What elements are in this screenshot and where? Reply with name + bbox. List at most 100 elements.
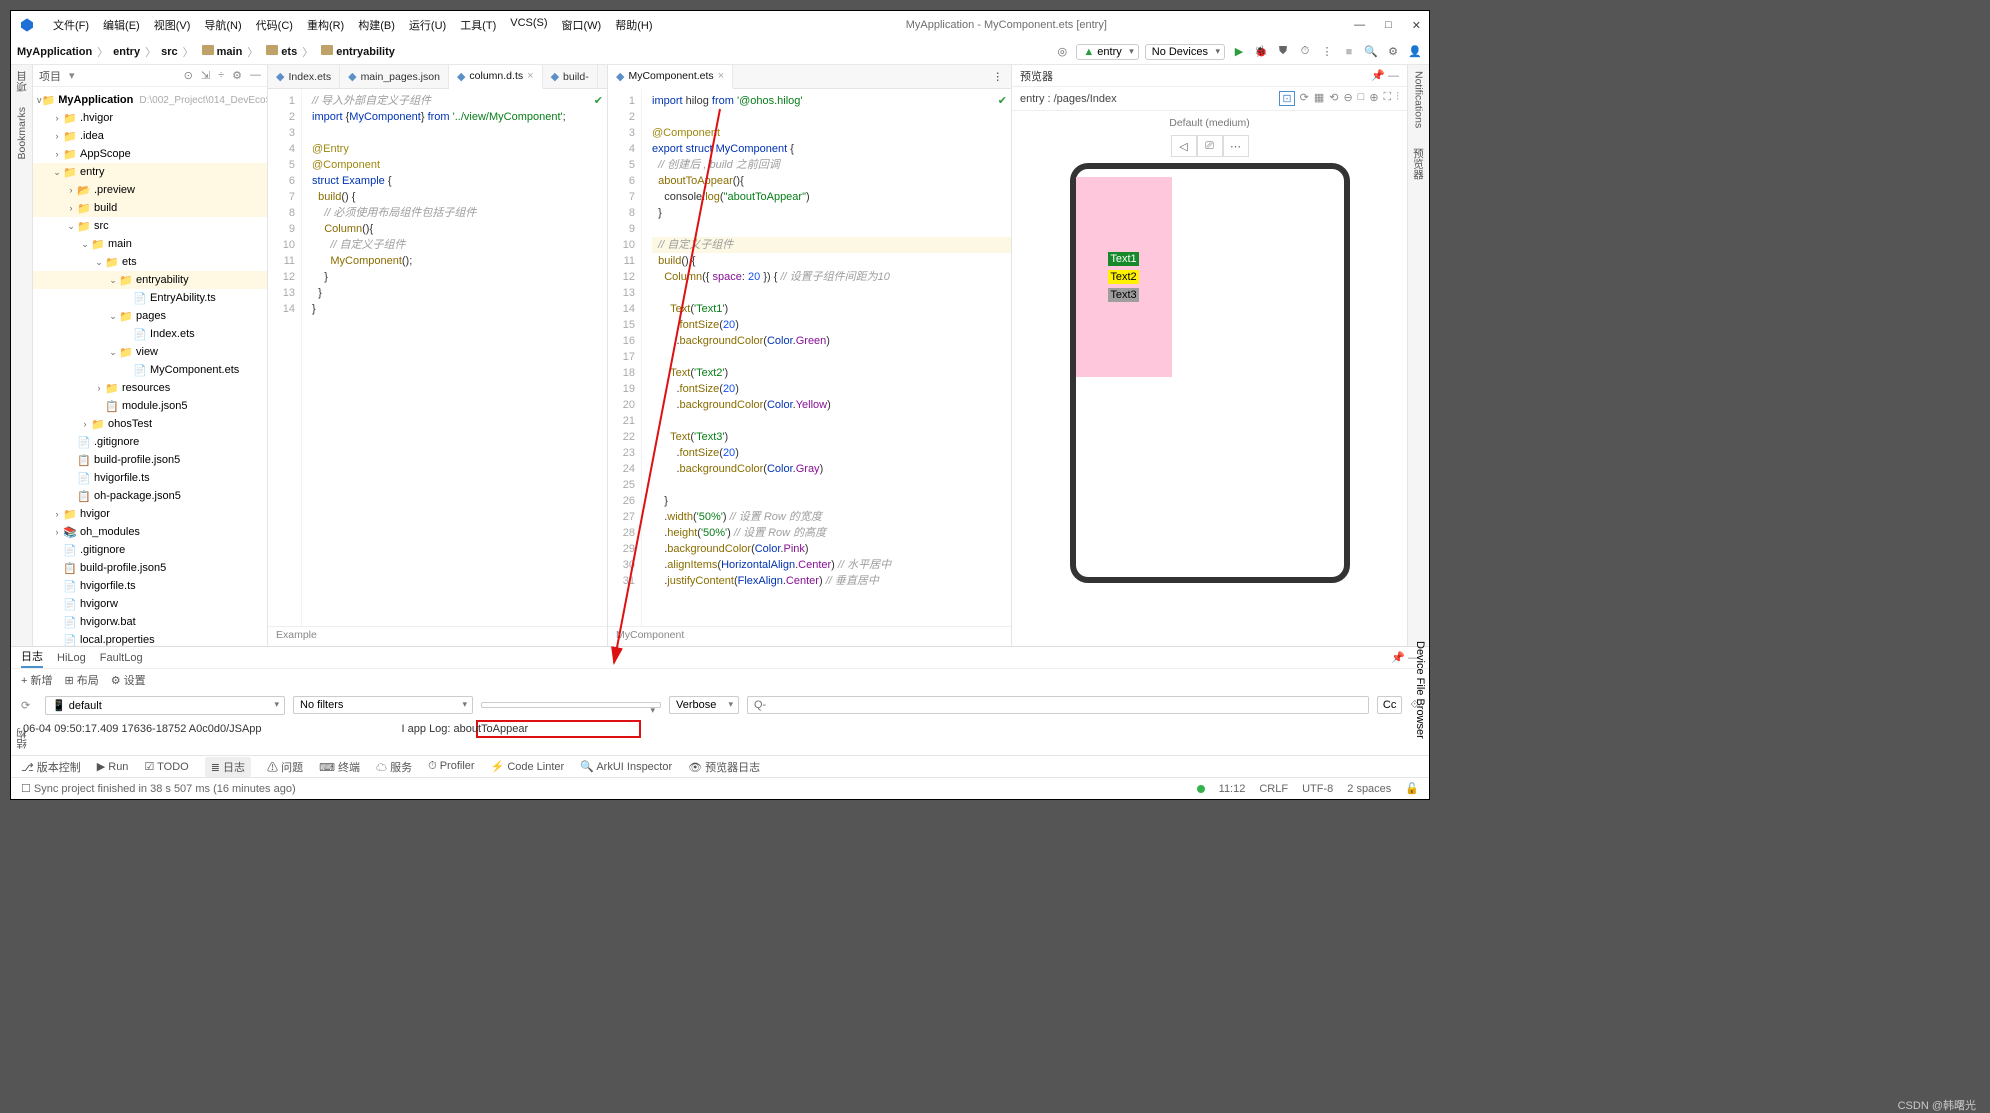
expand-icon[interactable]: ⇲ — [201, 69, 210, 82]
sidebar-tab-devicefile[interactable]: Device File Browser — [1414, 641, 1426, 739]
editor-tab[interactable]: ◆Index.ets — [268, 65, 340, 88]
bottom-tab[interactable]: ≣ 日志 — [205, 757, 251, 777]
filter-mode[interactable]: No filters — [293, 696, 473, 714]
sidebar-tab-notifications[interactable]: Notifications — [1413, 71, 1425, 128]
tree-node[interactable]: ›📂.preview — [33, 181, 267, 199]
gear-icon[interactable]: ⚙ — [232, 69, 242, 82]
coverage-icon[interactable]: ⛊ — [1275, 44, 1291, 60]
stop-icon[interactable]: ■ — [1341, 44, 1357, 60]
bottom-tab[interactable]: ⚡ Code Linter — [491, 760, 565, 773]
tree-node[interactable]: 📋module.json5 — [33, 397, 267, 415]
editor-tab[interactable]: ◆main_pages.json — [340, 65, 449, 88]
main-menu[interactable]: 文件(F)编辑(E)视图(V)导航(N)代码(C)重构(R)构建(B)运行(U)… — [47, 15, 659, 35]
code-right[interactable]: import hilog from '@ohos.hilog' @Compone… — [642, 89, 1011, 626]
tree-node[interactable]: ⌄📁src — [33, 217, 267, 235]
filter-search[interactable] — [747, 696, 1369, 714]
project-tree[interactable]: v📁MyApplicationD:\002_Project\014_DevEco… — [33, 87, 267, 646]
tree-node[interactable]: ⌄📁view — [33, 343, 267, 361]
tree-node[interactable]: 📄MyComponent.ets — [33, 361, 267, 379]
menu-icon[interactable]: ⋯ — [1223, 135, 1249, 157]
more-icon[interactable]: ⋮ — [1319, 44, 1335, 60]
tree-node[interactable]: ›📁hvigor — [33, 505, 267, 523]
bottom-tab[interactable]: ☑ TODO — [144, 760, 188, 773]
tree-node[interactable]: 📄hvigorw.bat — [33, 613, 267, 631]
menu-item[interactable]: 导航(N) — [198, 15, 247, 35]
menu-item[interactable]: 编辑(E) — [97, 15, 146, 35]
zoom-fit-icon[interactable]: □ — [1358, 91, 1365, 106]
collapse-icon[interactable]: ÷ — [218, 69, 224, 82]
code-left[interactable]: // 导入外部自定义子组件import {MyComponent} from '… — [302, 89, 607, 626]
tree-node[interactable]: ›📁.hvigor — [33, 109, 267, 127]
tree-node[interactable]: ⌄📁main — [33, 235, 267, 253]
log-layout[interactable]: ⊞ 布局 — [64, 672, 98, 688]
maximize-icon[interactable]: □ — [1385, 19, 1392, 32]
refresh-icon[interactable]: ⟳ — [1300, 91, 1309, 106]
tree-node[interactable]: ⌄📁ets — [33, 253, 267, 271]
tree-node[interactable]: 📄local.properties — [33, 631, 267, 646]
run-icon[interactable]: ▶ — [1231, 44, 1247, 60]
menu-item[interactable]: 运行(U) — [403, 15, 452, 35]
bottom-tab[interactable]: ⚠ 问题 — [267, 759, 303, 775]
close-icon[interactable]: ✕ — [1412, 19, 1421, 32]
tree-node[interactable]: 📄hvigorw — [33, 595, 267, 613]
home-icon[interactable]: ⎚ — [1197, 135, 1223, 157]
bottom-tab[interactable]: ⎇ 版本控制 — [21, 759, 81, 775]
restart-icon[interactable]: ⟳ — [21, 699, 37, 712]
menu-item[interactable]: 文件(F) — [47, 15, 95, 35]
status-enc[interactable]: UTF-8 — [1302, 783, 1333, 795]
log-tab-faultlog[interactable]: FaultLog — [100, 652, 143, 664]
tree-node[interactable]: 📄.gitignore — [33, 433, 267, 451]
status-eol[interactable]: CRLF — [1259, 783, 1288, 795]
select-opened-icon[interactable]: ⊙ — [184, 69, 193, 82]
menu-item[interactable]: 视图(V) — [148, 15, 197, 35]
menu-item[interactable]: 重构(R) — [301, 15, 350, 35]
device-dropdown[interactable]: No Devices — [1145, 44, 1225, 60]
bottom-tab[interactable]: 🔍 ArkUI Inspector — [580, 760, 672, 773]
tree-node[interactable]: 📋oh-package.json5 — [33, 487, 267, 505]
editor-tab[interactable]: ◆build- — [543, 65, 598, 88]
back-icon[interactable]: ◁ — [1171, 135, 1197, 157]
filter-level[interactable]: Verbose — [669, 696, 739, 714]
editor-tab[interactable]: ◆MyComponent.ets × — [608, 65, 733, 89]
editor-tabs-left[interactable]: ◆Index.ets◆main_pages.json◆column.d.ts ×… — [268, 65, 607, 89]
rotate-icon[interactable]: ⟲ — [1329, 91, 1338, 106]
settings-icon[interactable]: ⚙ — [1385, 44, 1401, 60]
tree-node[interactable]: ⌄📁entry — [33, 163, 267, 181]
breadcrumbs[interactable]: MyApplication〉entry〉src〉main〉ets〉entryab… — [17, 44, 395, 60]
sidebar-tab-project[interactable]: 项目 — [14, 71, 29, 92]
menu-item[interactable]: VCS(S) — [504, 15, 553, 35]
tree-node[interactable]: ⌄📁entryability — [33, 271, 267, 289]
bottom-tab[interactable]: 👁 预览器日志 — [688, 759, 760, 775]
search-icon[interactable]: 🔍 — [1363, 44, 1379, 60]
tree-node[interactable]: 📄EntryAbility.ts — [33, 289, 267, 307]
zoom-in-icon[interactable]: ⊕ — [1369, 91, 1378, 106]
match-case-button[interactable]: Cc — [1377, 696, 1402, 714]
editor-crumb-left[interactable]: Example — [268, 626, 607, 646]
editor-tab[interactable]: ◆column.d.ts × — [449, 65, 543, 89]
log-body[interactable]: 06-04 09:50:17.409 17636-18752 A0c0d0/JS… — [11, 719, 1429, 755]
readonly-icon[interactable]: 🔓 — [1405, 782, 1419, 795]
menu-item[interactable]: 构建(B) — [352, 15, 401, 35]
editor-tabs-right[interactable]: ◆MyComponent.ets ×⋮ — [608, 65, 1011, 89]
menu-item[interactable]: 窗口(W) — [556, 15, 608, 35]
fullscreen-icon[interactable]: ⛶ — [1384, 91, 1392, 106]
menu-item[interactable]: 代码(C) — [250, 15, 299, 35]
zoom-out-icon[interactable]: ⊖ — [1343, 91, 1352, 106]
status-indent[interactable]: 2 spaces — [1347, 783, 1391, 795]
module-dropdown[interactable]: ▲ entry — [1076, 44, 1138, 60]
target-icon[interactable]: ◎ — [1054, 44, 1070, 60]
profile-icon[interactable]: ⏱ — [1297, 44, 1313, 60]
tree-node[interactable]: 📄hvigorfile.ts — [33, 469, 267, 487]
tree-node[interactable]: ›📁build — [33, 199, 267, 217]
log-tab-hilog[interactable]: HiLog — [57, 652, 86, 664]
bottom-tab[interactable]: ▶ Run — [97, 760, 129, 773]
tree-node[interactable]: 📄Index.ets — [33, 325, 267, 343]
filter-process[interactable] — [481, 702, 661, 708]
menu-item[interactable]: 帮助(H) — [609, 15, 658, 35]
debug-icon[interactable]: 🐞 — [1253, 44, 1269, 60]
hide-icon[interactable]: — — [250, 69, 261, 82]
bottom-tab[interactable]: ⌨ 终端 — [319, 759, 360, 775]
tree-node[interactable]: 📄.gitignore — [33, 541, 267, 559]
editor-crumb-right[interactable]: MyComponent — [608, 626, 1011, 646]
avatar-icon[interactable]: 👤 — [1407, 44, 1423, 60]
